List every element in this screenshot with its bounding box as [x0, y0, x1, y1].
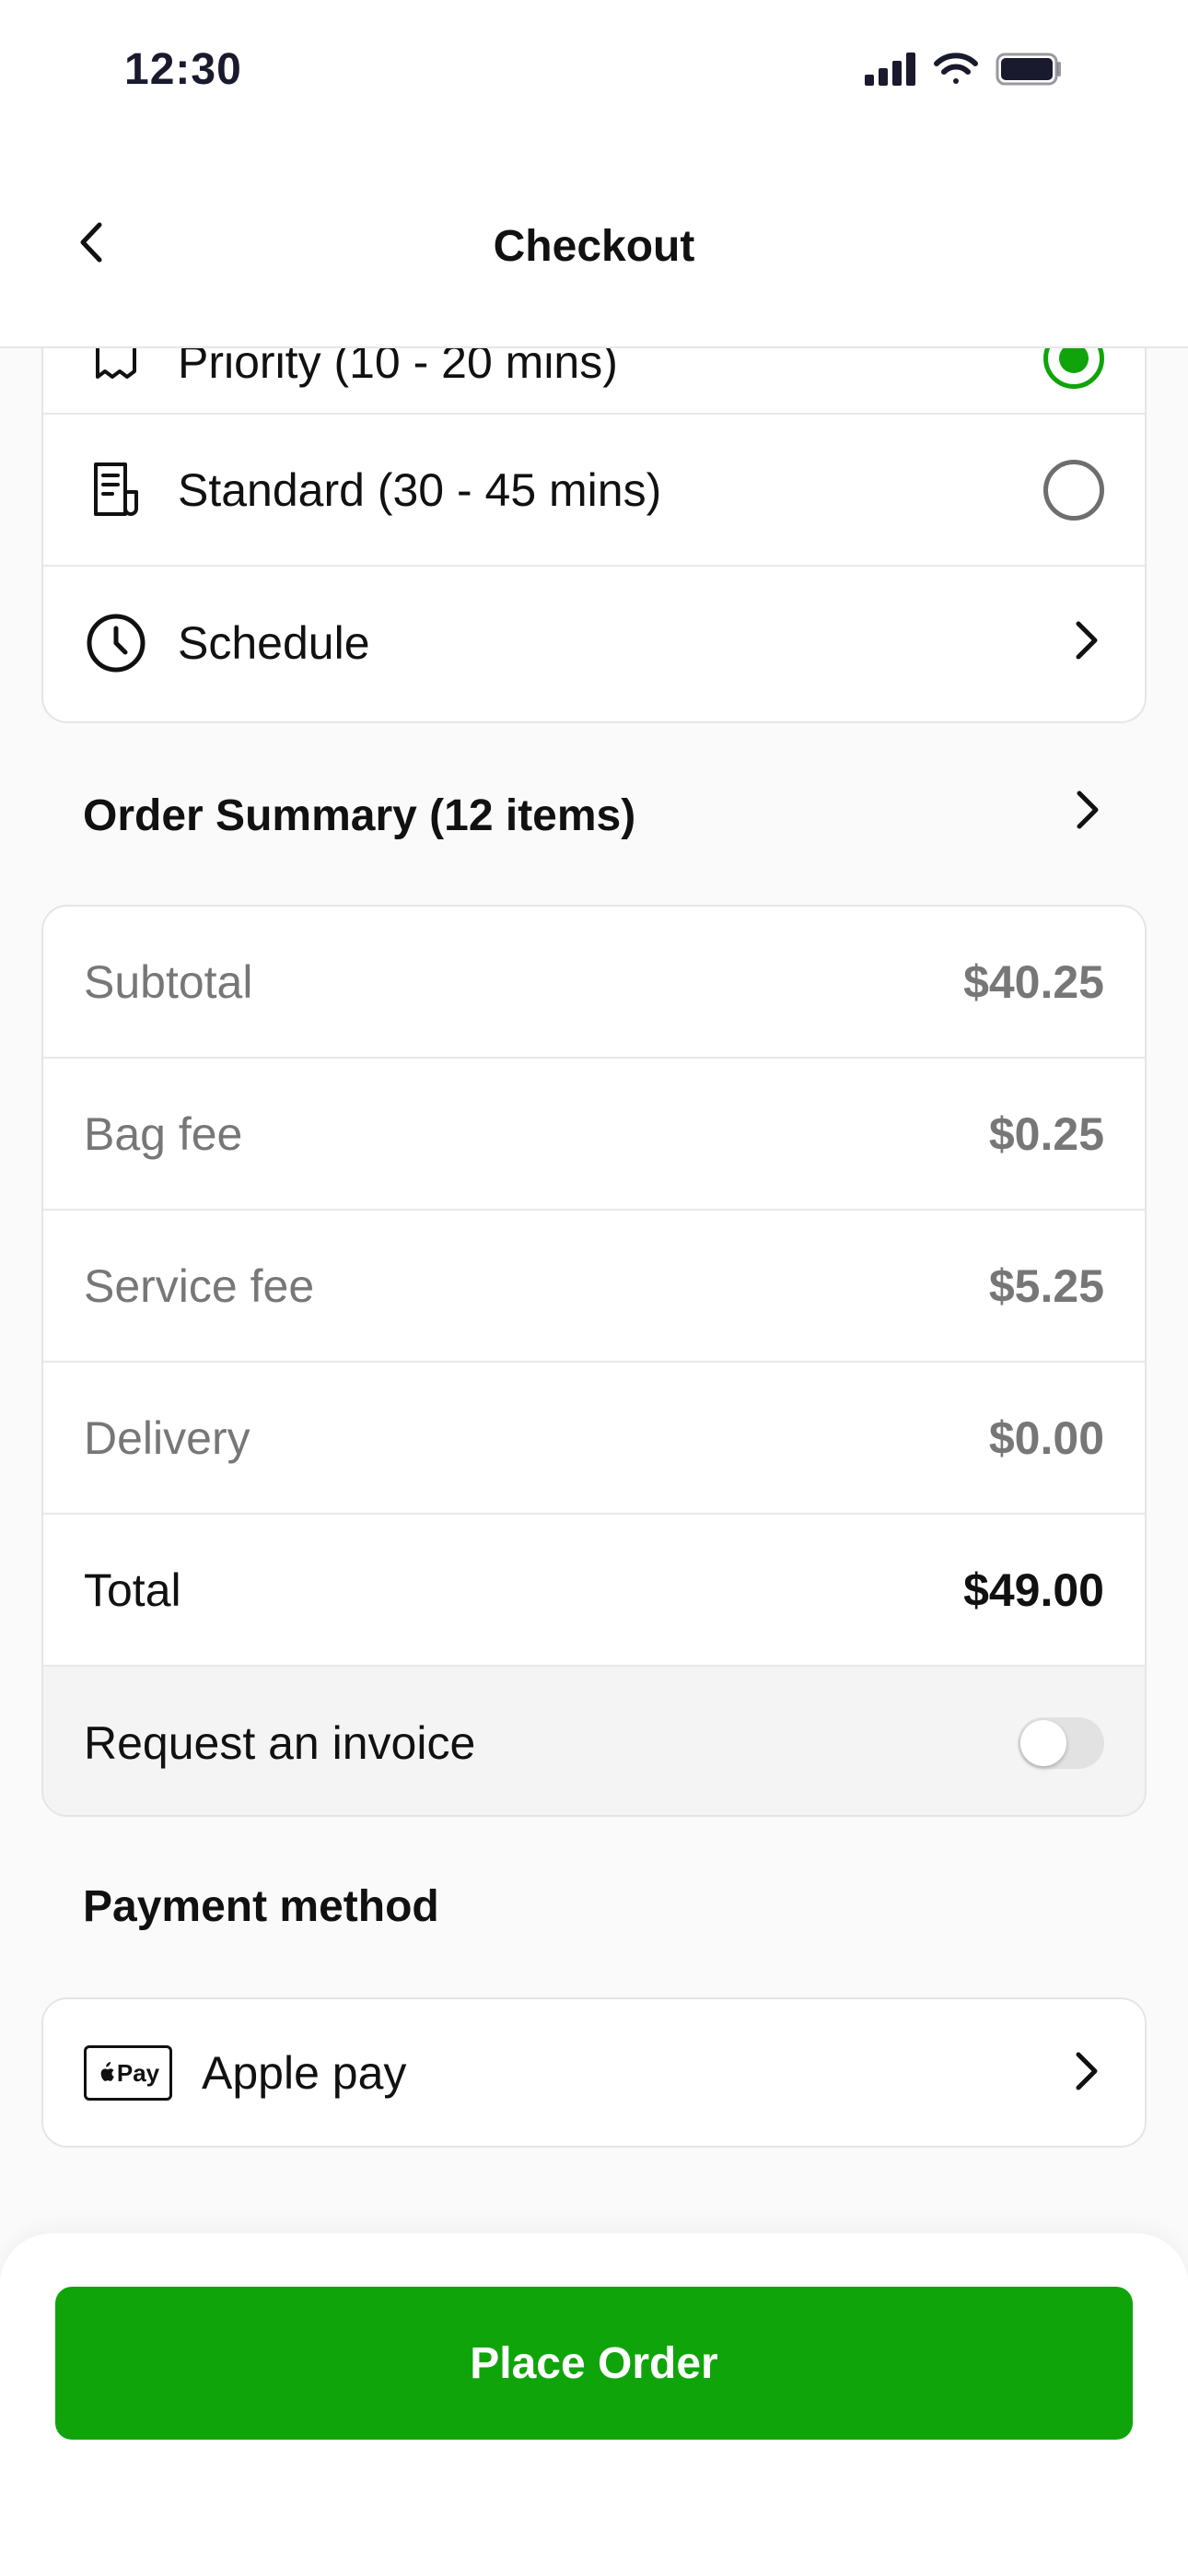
place-order-button[interactable]: Place Order	[55, 2287, 1133, 2440]
payment-method-card[interactable]: Pay Apple pay	[41, 1997, 1147, 2148]
apple-pay-badge-text: Pay	[116, 2058, 160, 2087]
summary-label: Subtotal	[84, 955, 253, 1008]
clock-icon	[84, 611, 148, 675]
radio-unselected[interactable]	[1043, 459, 1104, 521]
chevron-right-icon[interactable]	[1067, 2049, 1104, 2098]
delivery-options-card: Priority (10 - 20 mins) Standard (30 - 4…	[41, 313, 1147, 723]
delivery-option-schedule[interactable]: Schedule	[43, 567, 1145, 719]
summary-row-delivery: Delivery $0.00	[43, 1363, 1145, 1515]
summary-label: Service fee	[84, 1259, 315, 1312]
invoice-row: Request an invoice	[43, 1667, 1145, 1815]
bottom-action-sheet: Place Order	[0, 2233, 1188, 2576]
delivery-option-standard[interactable]: Standard (30 - 45 mins)	[43, 415, 1145, 567]
delivery-option-label: Standard (30 - 45 mins)	[178, 463, 662, 516]
top-bar: 12:30 Checkout	[0, 0, 1188, 348]
total-label: Total	[84, 1563, 181, 1616]
summary-row-bag-fee: Bag fee $0.25	[43, 1059, 1145, 1211]
summary-amount: $0.00	[988, 1411, 1104, 1464]
page-title: Checkout	[493, 222, 695, 271]
battery-icon	[996, 53, 1064, 90]
apple-logo-icon	[100, 2062, 114, 2081]
payment-method-title: Payment method	[83, 1881, 439, 1931]
checkout-screen: Priority (10 - 20 mins) Standard (30 - 4…	[0, 0, 1188, 2576]
summary-label: Bag fee	[84, 1107, 243, 1160]
summary-row-total: Total $49.00	[43, 1515, 1145, 1667]
summary-row-subtotal: Subtotal $40.25	[43, 907, 1145, 1059]
summary-row-service-fee: Service fee $5.25	[43, 1211, 1145, 1363]
summary-amount: $5.25	[988, 1259, 1104, 1312]
wifi-icon	[933, 52, 979, 91]
payment-method-header: Payment method	[83, 1874, 1105, 1938]
invoice-label: Request an invoice	[84, 1716, 476, 1769]
apple-pay-icon: Pay	[84, 2045, 172, 2101]
order-summary-title: Order Summary (12 items)	[83, 790, 636, 840]
total-amount: $49.00	[963, 1563, 1104, 1616]
summary-label: Delivery	[84, 1411, 250, 1464]
delivery-option-label: Schedule	[178, 616, 370, 669]
chevron-right-icon[interactable]	[1068, 788, 1105, 843]
summary-amount: $40.25	[963, 955, 1104, 1008]
signal-icon	[865, 53, 916, 90]
chevron-right-icon[interactable]	[1067, 618, 1104, 667]
order-summary-header[interactable]: Order Summary (12 items)	[83, 783, 1105, 848]
status-time: 12:30	[124, 45, 242, 94]
invoice-toggle[interactable]	[1018, 1716, 1104, 1769]
status-icons	[865, 52, 1064, 91]
order-summary-card: Subtotal $40.25 Bag fee $0.25 Service fe…	[41, 905, 1147, 1817]
summary-amount: $0.25	[988, 1107, 1104, 1160]
payment-method-row[interactable]: Pay Apple pay	[43, 1999, 1145, 2146]
document-icon	[84, 458, 148, 522]
payment-method-label: Apple pay	[202, 2047, 407, 2099]
